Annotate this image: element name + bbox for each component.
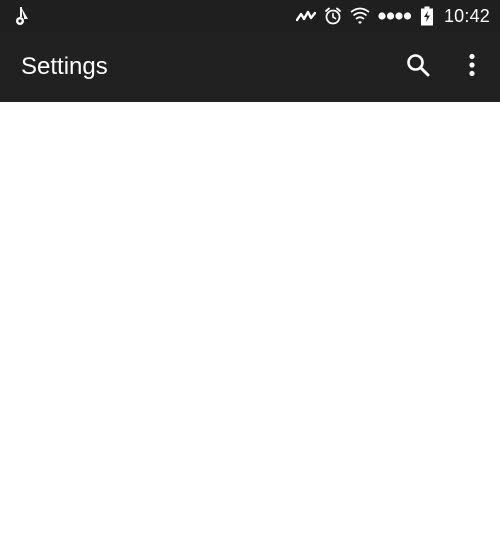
wifi-icon bbox=[350, 7, 370, 25]
notification-icon bbox=[12, 5, 34, 27]
more-options-icon bbox=[468, 53, 476, 82]
battery-charging-icon bbox=[420, 6, 434, 26]
settings-screen: 10:42 Settings bbox=[0, 0, 500, 536]
settings-content bbox=[0, 102, 500, 536]
activity-icon bbox=[295, 9, 316, 23]
status-bar: 10:42 bbox=[0, 0, 500, 32]
search-button[interactable] bbox=[394, 43, 442, 91]
app-toolbar: Settings bbox=[0, 32, 500, 102]
status-icons: 10:42 bbox=[295, 0, 490, 32]
alarm-icon bbox=[324, 7, 342, 25]
page-title: Settings bbox=[21, 53, 108, 80]
more-options-button[interactable] bbox=[448, 43, 496, 91]
search-icon bbox=[405, 52, 431, 83]
signal-icon bbox=[378, 11, 412, 21]
clock: 10:42 bbox=[443, 5, 490, 26]
